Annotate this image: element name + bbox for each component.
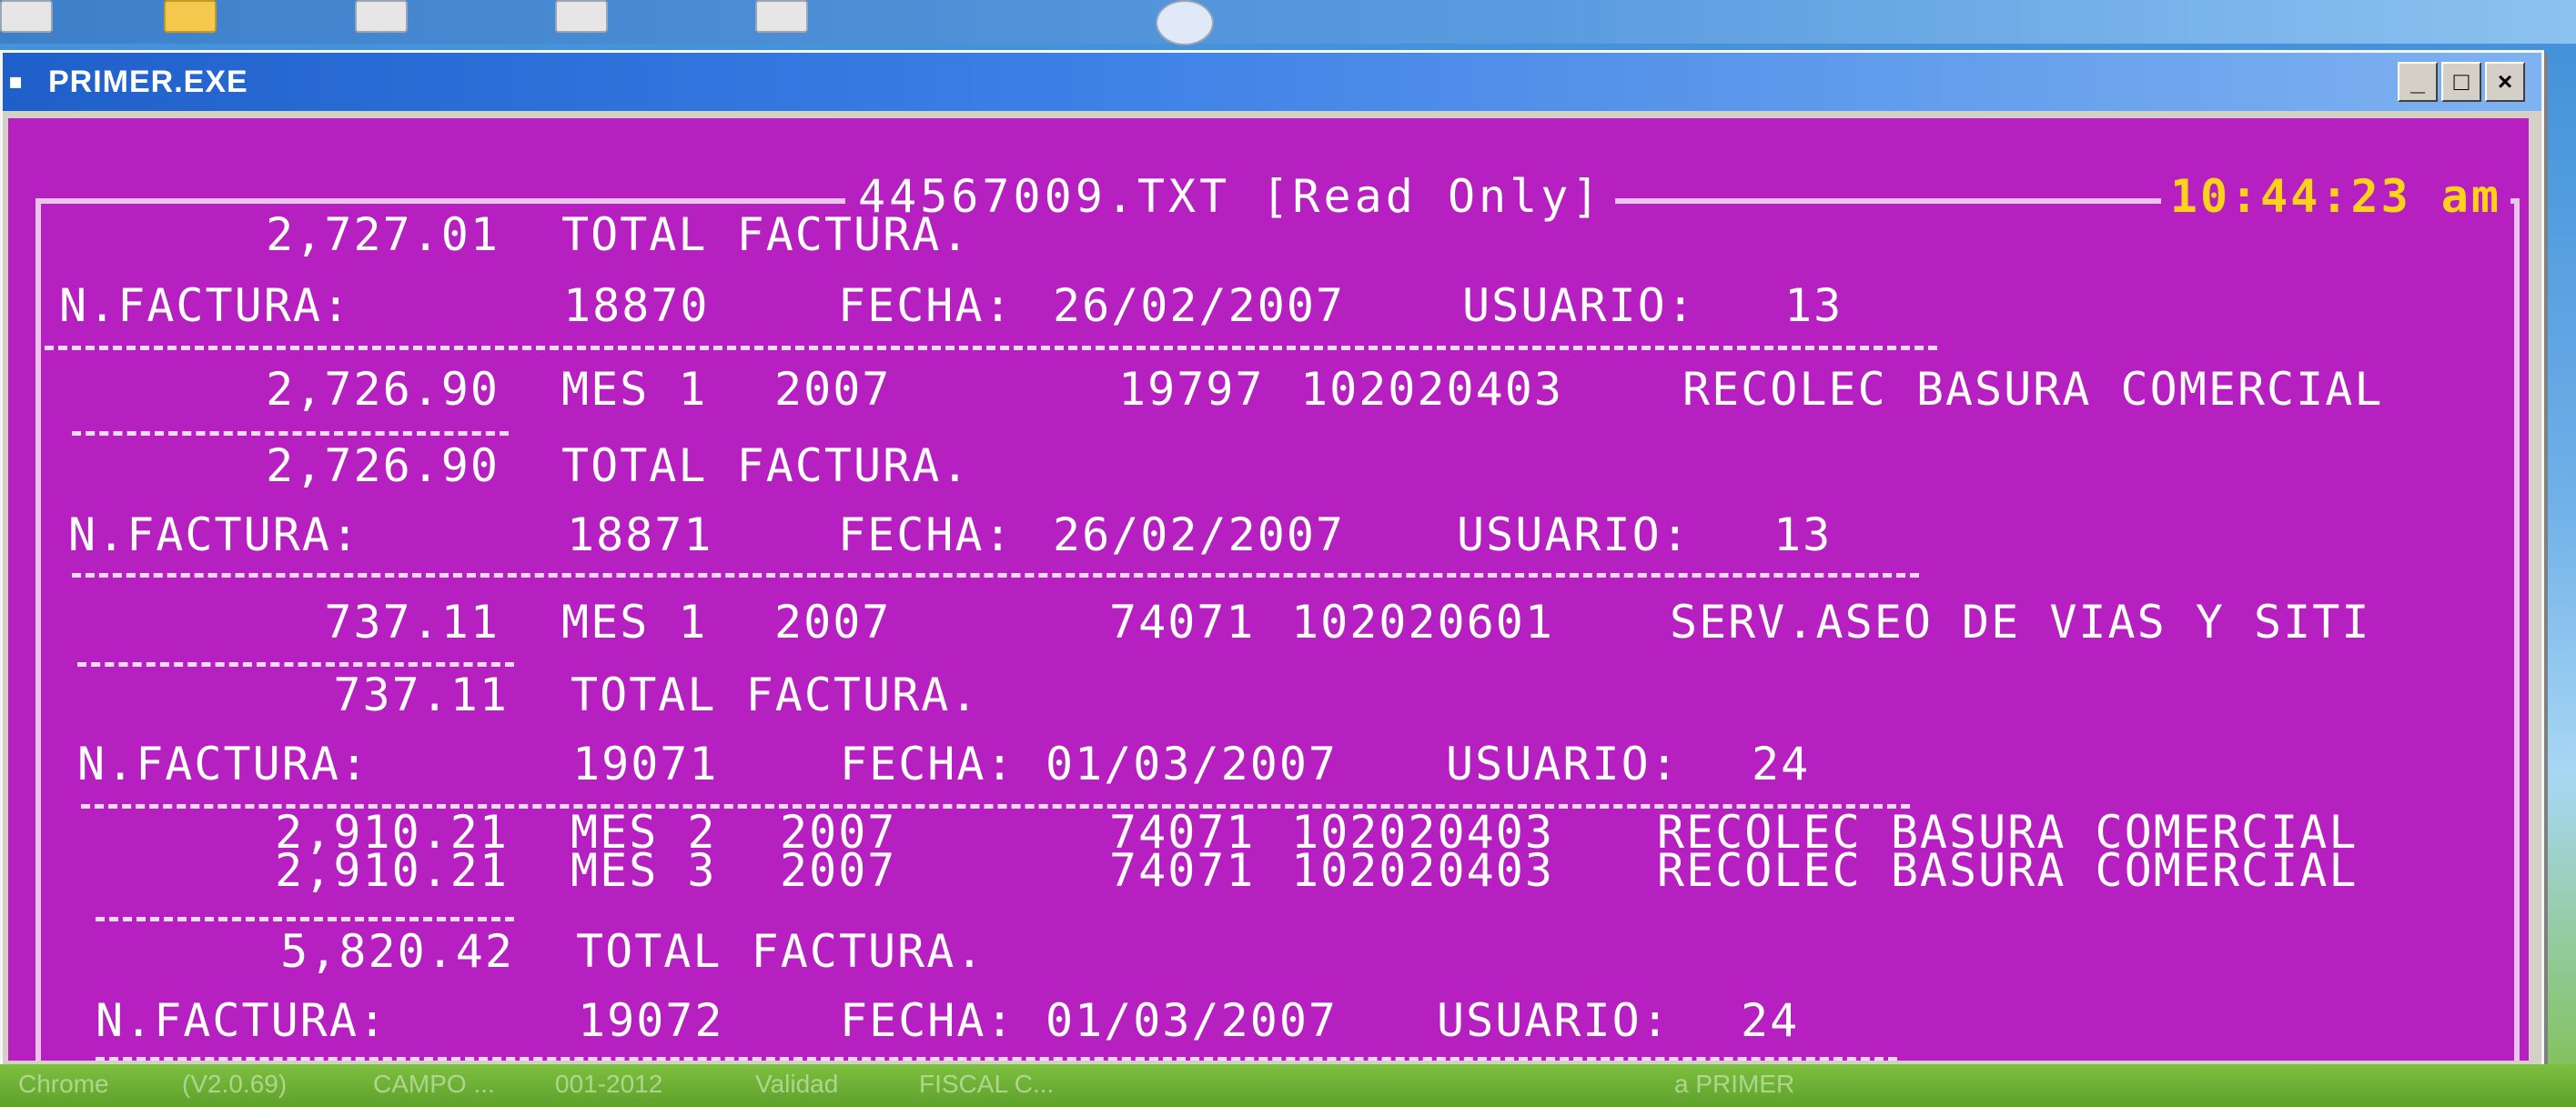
invoice-label: N.FACTURA: (96, 994, 389, 1047)
taskbar-item[interactable]: a PRIMER (1674, 1070, 1794, 1099)
total-amount: 2,726.90 (266, 439, 500, 492)
user-label: USUARIO: (1457, 508, 1691, 561)
invoice-number: 19072 (578, 994, 724, 1047)
line-account: 102020403 (1291, 844, 1554, 897)
total-amount: 5,820.42 (280, 925, 514, 978)
invoice-number: 18870 (563, 279, 710, 332)
title-bar[interactable]: ▪ PRIMER.EXE _ □ × (3, 53, 2541, 111)
document-icon[interactable] (555, 0, 608, 33)
line-item-row: 737.11 MES 1 2007 74071 102020601 SERV.A… (8, 595, 2529, 649)
taskbar-item[interactable]: (V2.0.69) (182, 1070, 287, 1099)
line-description: RECOLEC BASURA COMERCIAL (1657, 844, 2359, 897)
date-label: FECHA: (838, 508, 1014, 561)
date-label: FECHA: (838, 279, 1014, 332)
invoice-label: N.FACTURA: (68, 508, 361, 561)
close-button[interactable]: × (2485, 62, 2525, 102)
desktop-shortcut-icon[interactable] (0, 0, 53, 33)
desktop-background (0, 0, 2576, 45)
line-month: MES 3 (571, 844, 717, 897)
total-label: TOTAL FACTURA. (576, 925, 985, 978)
invoice-date: 01/03/2007 (1046, 994, 1339, 1047)
total-row: 5,820.42 TOTAL FACTURA. (8, 924, 2529, 979)
total-label: TOTAL FACTURA. (561, 208, 971, 261)
user-label: USUARIO: (1437, 994, 1671, 1047)
teamviewer-icon[interactable] (1156, 0, 1214, 45)
invoice-date: 26/02/2007 (1053, 508, 1346, 561)
line-account: 102020601 (1291, 596, 1554, 649)
line-description: SERV.ASEO DE VIAS Y SITI (1670, 596, 2371, 649)
date-label: FECHA: (840, 994, 1015, 1047)
dashed-separator (96, 1057, 1897, 1061)
line-month: MES 1 (561, 363, 708, 416)
line-code: 74071 (1109, 596, 1256, 649)
line-code: 19797 (1118, 363, 1265, 416)
line-account: 102020403 (1300, 363, 1563, 416)
invoice-label: N.FACTURA: (59, 279, 352, 332)
line-amount: 2,726.90 (266, 363, 500, 416)
user-label: USUARIO: (1446, 738, 1680, 790)
minimize-button[interactable]: _ (2398, 62, 2438, 102)
total-label: TOTAL FACTURA. (571, 669, 980, 721)
dashed-separator (72, 573, 1919, 578)
taskbar-item[interactable]: Chrome (18, 1070, 109, 1099)
invoice-date: 01/03/2007 (1046, 738, 1339, 790)
line-code: 74071 (1109, 844, 1256, 897)
taskbar-item[interactable]: 001-2012 (555, 1070, 662, 1099)
line-month: MES 1 (561, 596, 708, 649)
invoice-user: 13 (1784, 279, 1844, 332)
date-label: FECHA: (840, 738, 1015, 790)
dos-app-icon[interactable]: ▪ (8, 68, 35, 96)
user-label: USUARIO: (1462, 279, 1696, 332)
line-year: 2007 (774, 363, 892, 416)
line-amount: 2,910.21 (275, 844, 509, 897)
line-amount: 737.11 (324, 596, 500, 649)
invoice-header-row: N.FACTURA: 18870 FECHA: 26/02/2007 USUAR… (8, 278, 2529, 333)
invoice-label: N.FACTURA: (77, 738, 370, 790)
taskbar: Chrome (V2.0.69) CAMPO ... 001-2012 Vali… (0, 1064, 2576, 1107)
invoice-number: 19071 (572, 738, 719, 790)
total-amount: 2,727.01 (266, 208, 500, 261)
line-year: 2007 (774, 596, 892, 649)
line-description: RECOLEC BASURA COMERCIAL (1682, 363, 2384, 416)
dashed-separator (45, 346, 1937, 350)
taskbar-item[interactable]: CAMPO ... (373, 1070, 495, 1099)
invoice-date: 26/02/2007 (1053, 279, 1346, 332)
document-icon[interactable] (755, 0, 808, 33)
total-row: 2,727.01 TOTAL FACTURA. (8, 207, 2529, 262)
dashed-separator (72, 431, 509, 436)
document-icon[interactable] (355, 0, 408, 33)
line-item-row: 2,726.90 MES 1 2007 19797 102020403 RECO… (8, 362, 2529, 417)
dashed-separator (96, 917, 514, 921)
invoice-header-row: N.FACTURA: 19072 FECHA: 01/03/2007 USUAR… (8, 993, 2529, 1048)
invoice-user: 24 (1752, 738, 1811, 790)
invoice-header-row: N.FACTURA: 18871 FECHA: 26/02/2007 USUAR… (8, 508, 2529, 562)
invoice-user: 13 (1773, 508, 1833, 561)
total-amount: 737.11 (333, 669, 509, 721)
line-year: 2007 (780, 844, 897, 897)
window-controls: _ □ × (2398, 62, 2525, 102)
invoice-user: 24 (1741, 994, 1800, 1047)
invoice-number: 18871 (567, 508, 713, 561)
total-row: 737.11 TOTAL FACTURA. (8, 668, 2529, 722)
taskbar-item[interactable]: Validad (755, 1070, 838, 1099)
console-area[interactable]: 44567009.TXT [Read Only] 10:44:23 am 2,7… (8, 118, 2529, 1061)
line-item-row: 2,910.21 MES 3 2007 74071 102020403 RECO… (8, 844, 2529, 897)
window-title: PRIMER.EXE (48, 64, 248, 99)
total-label: TOTAL FACTURA. (561, 439, 971, 492)
app-window: ▪ PRIMER.EXE _ □ × 44567009.TXT [Read On… (0, 50, 2544, 1070)
taskbar-item[interactable]: FISCAL C... (919, 1070, 1054, 1099)
total-row: 2,726.90 TOTAL FACTURA. (8, 438, 2529, 493)
invoice-header-row: N.FACTURA: 19071 FECHA: 01/03/2007 USUAR… (8, 737, 2529, 791)
folder-icon[interactable] (164, 0, 217, 33)
dashed-separator (77, 662, 514, 667)
maximize-button[interactable]: □ (2441, 62, 2481, 102)
